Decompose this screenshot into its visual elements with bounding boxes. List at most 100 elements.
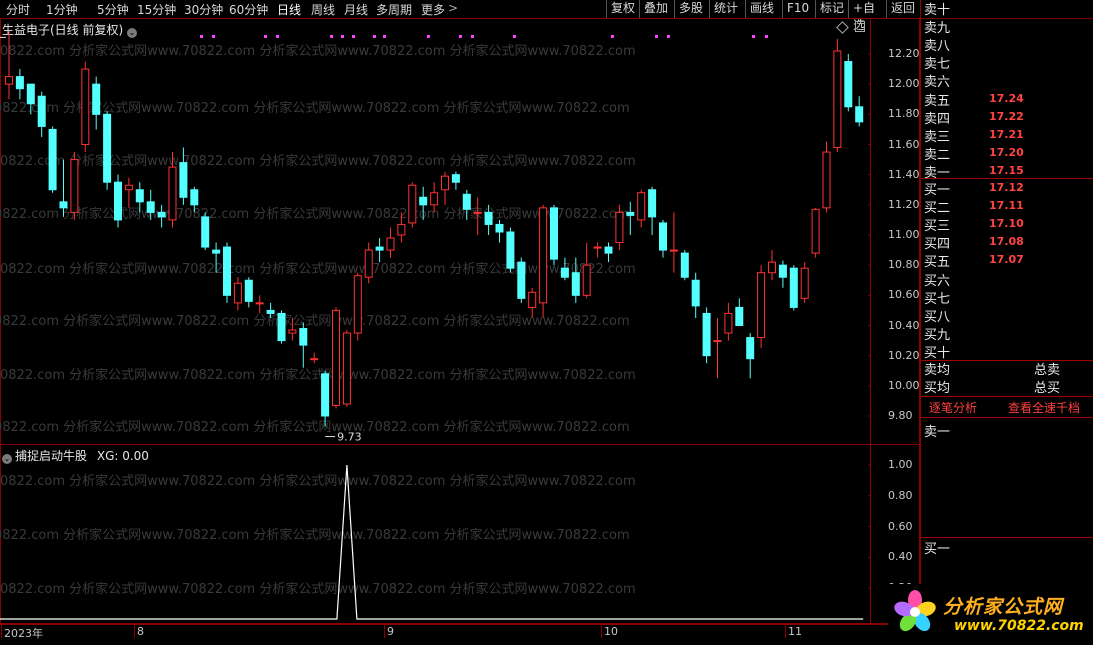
candle-body[interactable] (299, 328, 308, 346)
toolbar-button-4[interactable]: 画线 (745, 0, 782, 18)
toolbar-button-3[interactable]: 统计 (709, 0, 745, 18)
candle-body[interactable] (680, 252, 689, 278)
candle-body[interactable] (550, 207, 558, 260)
candle-body[interactable] (135, 189, 144, 203)
candle-body[interactable] (212, 249, 221, 254)
period-tab-3[interactable]: 15分钟 (137, 1, 176, 18)
candle-body[interactable] (473, 211, 482, 214)
candle-body[interactable] (462, 193, 471, 210)
candle-body[interactable] (15, 76, 24, 90)
candle-body[interactable] (321, 373, 330, 417)
period-tab-0[interactable]: 分时 (6, 1, 30, 18)
candle-body[interactable] (855, 106, 864, 123)
period-tab-4[interactable]: 30分钟 (184, 1, 223, 18)
toolbar-button-2[interactable]: 多股 (674, 0, 709, 18)
candle-body[interactable] (811, 208, 820, 254)
candle-body[interactable] (659, 222, 667, 251)
candle-body[interactable] (724, 312, 733, 334)
candle-body[interactable] (419, 196, 428, 206)
candle-body[interactable] (582, 264, 591, 296)
candle-body[interactable] (70, 159, 79, 213)
candle-body[interactable] (81, 68, 90, 145)
candle-body[interactable] (669, 249, 678, 252)
candle-body[interactable] (233, 282, 242, 304)
candle-body[interactable] (560, 267, 569, 278)
candle-body[interactable] (604, 246, 613, 254)
candle-body[interactable] (59, 201, 68, 209)
candle-body[interactable] (37, 95, 46, 127)
candle-body[interactable] (168, 166, 177, 221)
candle-body[interactable] (48, 128, 57, 191)
view-all-depth-link[interactable]: 查看全速千档 (1008, 399, 1090, 416)
candle-body[interactable] (789, 267, 798, 308)
candle-body[interactable] (615, 211, 624, 244)
candle-body[interactable] (266, 309, 275, 314)
candle-body[interactable] (746, 337, 755, 360)
candle-body[interactable] (778, 264, 787, 278)
candle-body[interactable] (386, 237, 395, 251)
candle-body[interactable] (822, 151, 831, 209)
candle-body[interactable] (735, 306, 744, 326)
period-tab-8[interactable]: 月线 (344, 1, 368, 18)
toolbar-button-1[interactable]: 叠加 (639, 0, 674, 18)
candle-body[interactable] (5, 76, 13, 85)
candle-body[interactable] (92, 83, 101, 115)
candle-body[interactable] (26, 83, 35, 105)
candle-body[interactable] (288, 329, 297, 334)
candle-body[interactable] (277, 312, 286, 342)
toolbar-button-6[interactable]: 标记 (815, 0, 848, 18)
candle-body[interactable] (833, 50, 842, 149)
candle-body[interactable] (179, 162, 188, 198)
candle-body[interactable] (124, 184, 133, 191)
candle-body[interactable] (637, 192, 646, 221)
candle-body[interactable] (484, 211, 493, 225)
candle-body[interactable] (190, 189, 199, 206)
candle-body[interactable] (691, 279, 700, 307)
toolbar-button-7[interactable]: +自选 (848, 0, 886, 32)
more-arrow-icon[interactable]: > (448, 1, 458, 15)
candle-body[interactable] (702, 312, 711, 357)
candle-body[interactable] (517, 261, 526, 299)
candle-body[interactable] (430, 192, 439, 206)
indicator-chart[interactable] (0, 444, 870, 624)
candle-body[interactable] (342, 332, 351, 405)
candle-body[interactable] (408, 184, 417, 224)
period-tab-6[interactable]: 日线 (277, 1, 301, 18)
toolbar-button-0[interactable]: 复权 (606, 0, 639, 18)
candle-body[interactable] (255, 302, 264, 305)
candle-body[interactable] (593, 246, 602, 249)
candle-body[interactable] (648, 189, 657, 218)
candle-body[interactable] (332, 309, 340, 406)
candle-body[interactable] (223, 246, 231, 296)
period-tab-9[interactable]: 多周期 (376, 1, 412, 18)
candle-body[interactable] (626, 211, 635, 216)
toolbar-button-5[interactable]: F10 (782, 0, 815, 18)
candle-body[interactable] (103, 113, 112, 183)
candle-body[interactable] (157, 211, 166, 218)
candle-body[interactable] (146, 201, 155, 213)
period-tab-10[interactable]: 更多 (421, 1, 445, 18)
toolbar-button-8[interactable]: 返回 (886, 0, 919, 18)
candle-body[interactable] (114, 181, 122, 221)
tick-analysis-link[interactable]: 逐笔分析 (929, 399, 977, 416)
candle-body[interactable] (757, 272, 766, 339)
candle-body[interactable] (495, 223, 504, 233)
candle-body[interactable] (353, 275, 362, 334)
period-tab-7[interactable]: 周线 (311, 1, 335, 18)
candle-body[interactable] (571, 272, 580, 296)
candle-body[interactable] (768, 261, 776, 274)
candle-body[interactable] (844, 61, 853, 108)
candle-body[interactable] (506, 231, 515, 269)
period-tab-2[interactable]: 5分钟 (97, 1, 129, 18)
candle-body[interactable] (539, 207, 548, 304)
candle-body[interactable] (528, 291, 537, 308)
candle-body[interactable] (713, 340, 722, 343)
candle-body[interactable] (244, 279, 253, 302)
period-tab-5[interactable]: 60分钟 (229, 1, 268, 18)
period-tab-1[interactable]: 1分钟 (46, 1, 78, 18)
candlestick-chart[interactable]: 12.309.73 (0, 18, 870, 445)
candle-body[interactable] (451, 174, 460, 183)
candle-body[interactable] (201, 216, 210, 248)
candle-body[interactable] (800, 267, 809, 299)
candle-body[interactable] (375, 246, 384, 251)
